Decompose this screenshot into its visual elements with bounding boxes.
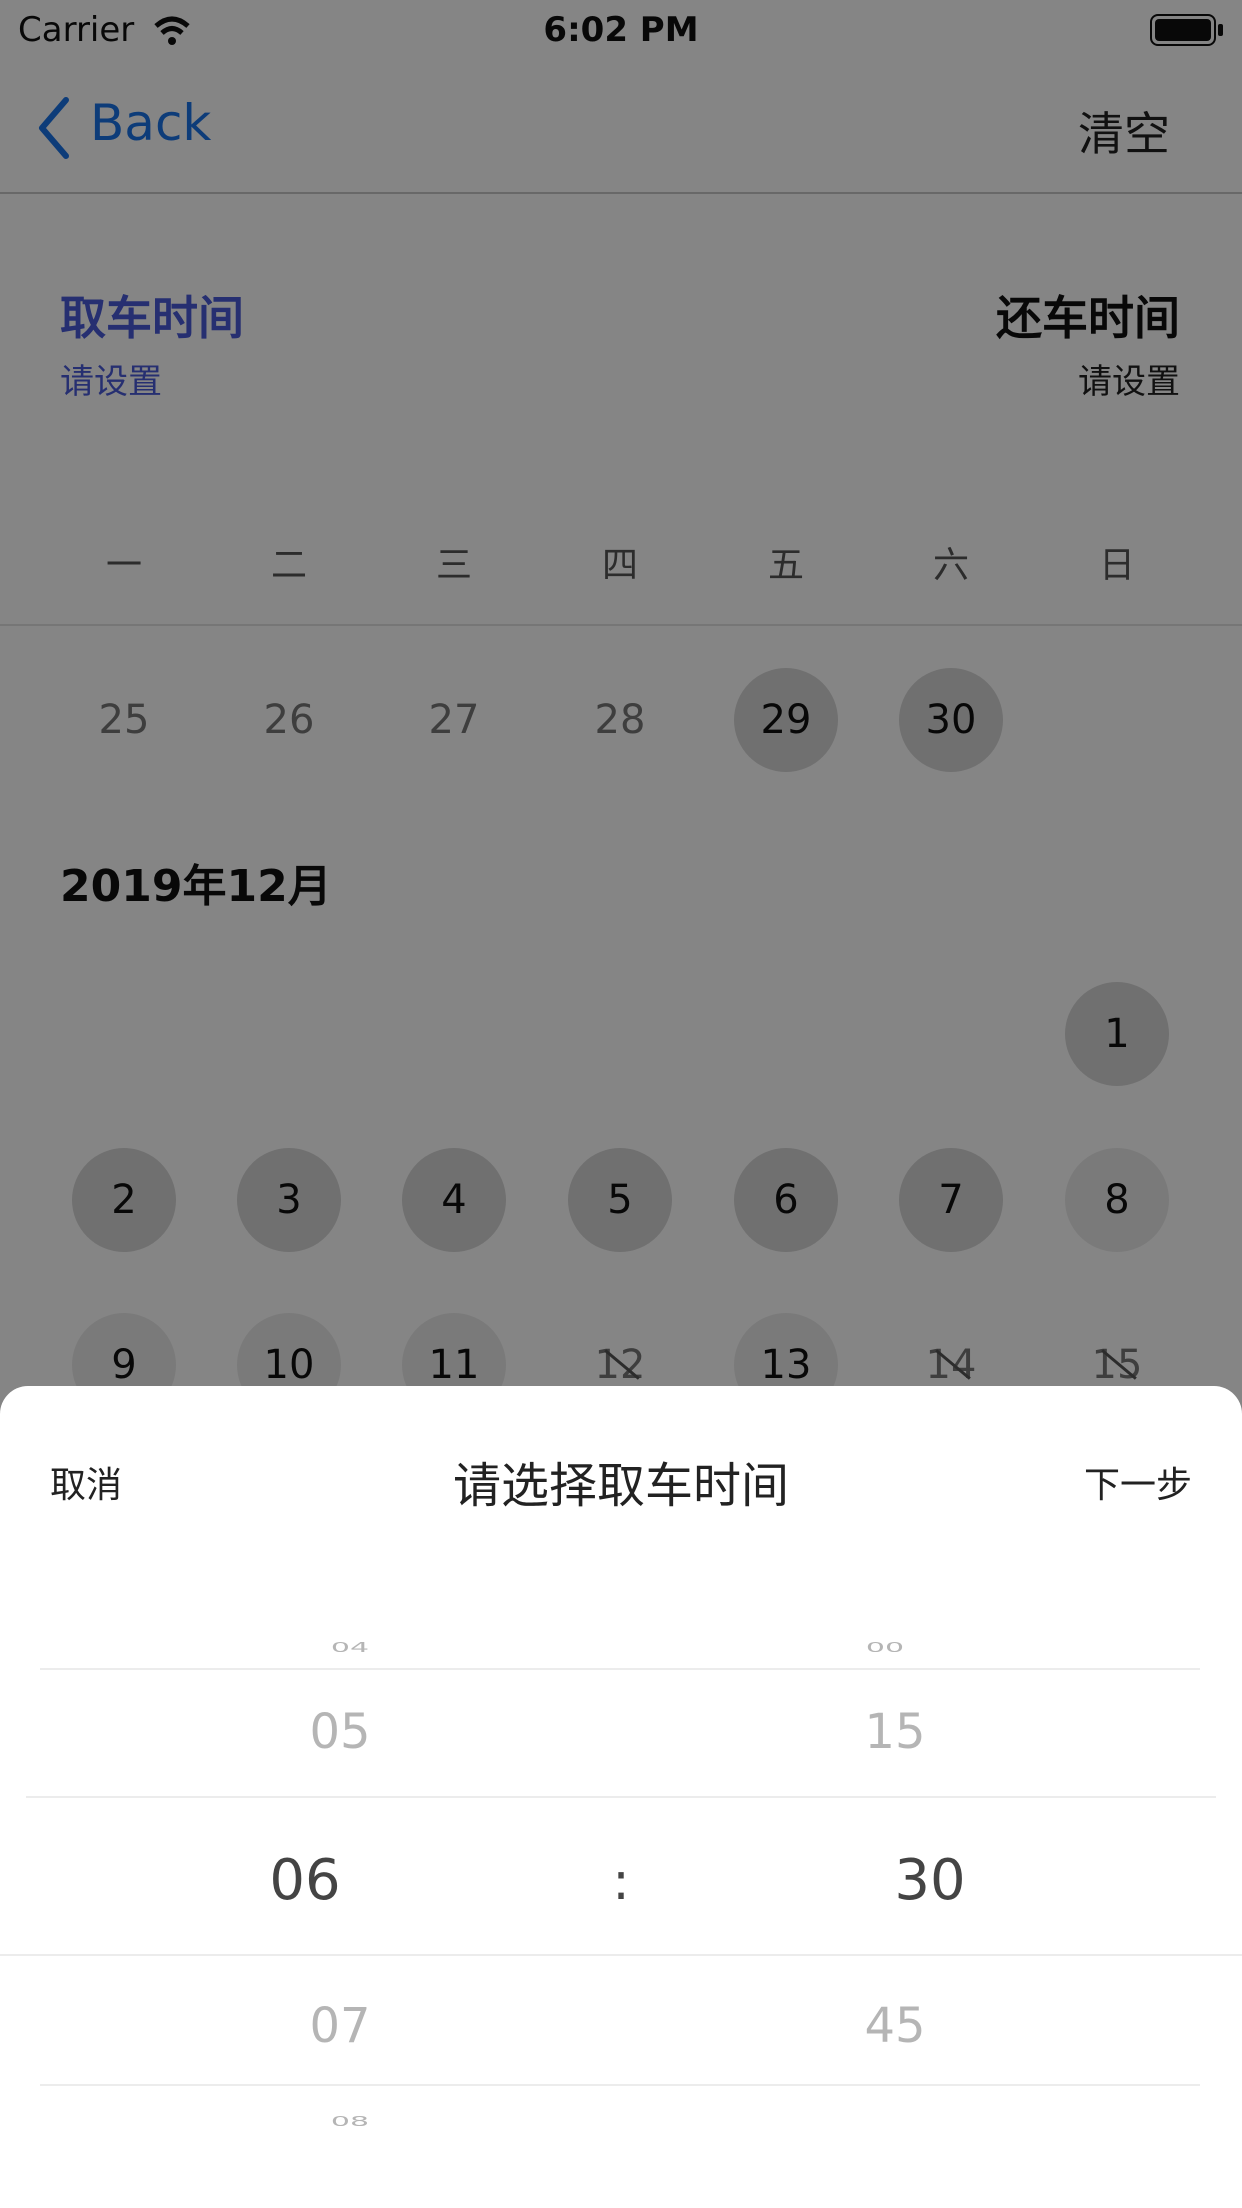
time-separator: :: [612, 1852, 630, 1912]
minute-option[interactable]: 00: [805, 1640, 965, 1656]
hour-option[interactable]: 04: [270, 1640, 430, 1656]
picker-divider: [40, 1668, 1200, 1670]
hour-selected[interactable]: 06: [225, 1848, 385, 1913]
hour-option[interactable]: 07: [260, 1998, 420, 2054]
hour-option[interactable]: 08: [270, 2114, 430, 2130]
sheet-title: 请选择取车时间: [452, 1458, 789, 1514]
picker-divider: [26, 1796, 1216, 1798]
minute-option[interactable]: 15: [815, 1704, 975, 1760]
picker-divider: [40, 2084, 1200, 2086]
minute-option[interactable]: 45: [815, 1998, 975, 2054]
picker-divider: [0, 1954, 1242, 1956]
next-step-button[interactable]: 下一步: [1084, 1456, 1192, 1508]
hour-option[interactable]: 05: [260, 1704, 420, 1760]
minute-selected[interactable]: 30: [850, 1848, 1010, 1913]
